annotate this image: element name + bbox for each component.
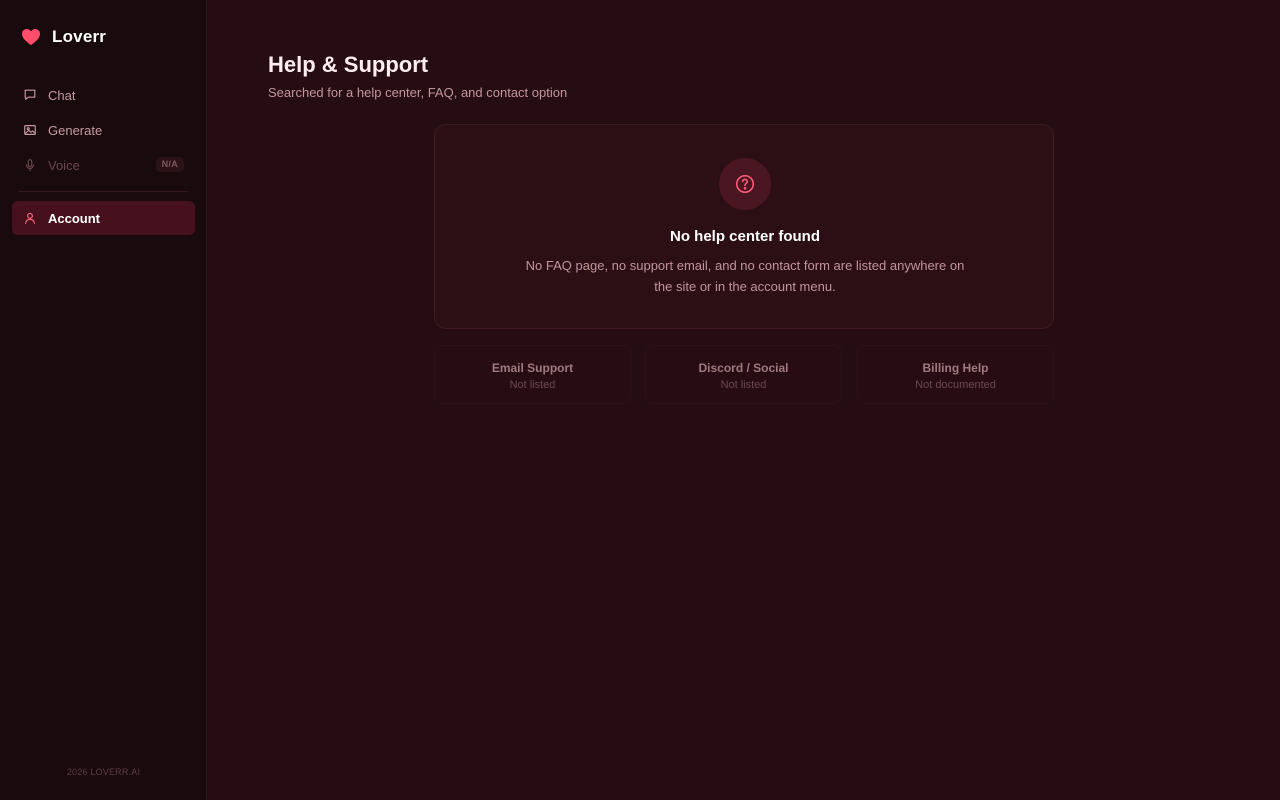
sidebar-footer: 2026 LOVERR.AI <box>66 767 141 777</box>
brand-logo[interactable]: Loverr <box>21 26 106 48</box>
question-circle-icon <box>719 158 771 210</box>
microphone-icon <box>23 158 37 172</box>
info-card-status: Not listed <box>720 379 767 391</box>
main-content: Help & Support Searched for a help cente… <box>208 0 1280 800</box>
sidebar-item-label: Chat <box>48 87 76 103</box>
page-title: Help & Support <box>268 52 429 77</box>
empty-state-card: No help center found No FAQ page, no sup… <box>434 124 1054 329</box>
heart-icon <box>21 28 41 46</box>
image-icon <box>23 123 37 137</box>
sidebar-item-label: Generate <box>48 122 103 138</box>
discord-social-card: Discord / Social Not listed <box>645 345 842 404</box>
info-card-status: Not documented <box>915 379 996 391</box>
sidebar-item-chat[interactable]: Chat <box>12 78 195 112</box>
sidebar-item-label: Voice <box>48 157 80 173</box>
empty-state-title: No help center found <box>670 228 820 245</box>
chat-bubble-icon <box>23 88 37 102</box>
user-icon <box>23 211 37 225</box>
info-card-status: Not listed <box>509 379 556 391</box>
sidebar-item-generate[interactable]: Generate <box>12 113 195 147</box>
info-card-title: Discord / Social <box>698 361 789 375</box>
unavailable-badge: N/A <box>155 157 184 172</box>
sidebar-item-account[interactable]: Account <box>12 201 195 235</box>
sidebar: Loverr Chat Generate Voice N/A Account 2… <box>0 0 207 800</box>
app-window: Loverr Chat Generate Voice N/A Account 2… <box>0 0 1280 800</box>
info-card-title: Email Support <box>491 361 574 375</box>
empty-state-description: No FAQ page, no support email, and no co… <box>525 258 965 294</box>
page-subtitle: Searched for a help center, FAQ, and con… <box>268 85 568 100</box>
info-card-title: Billing Help <box>922 361 989 375</box>
sidebar-item-voice: Voice N/A <box>12 148 195 182</box>
brand-name: Loverr <box>52 27 107 46</box>
billing-help-card: Billing Help Not documented <box>857 345 1054 404</box>
sidebar-divider <box>19 191 188 192</box>
email-support-card: Email Support Not listed <box>434 345 631 404</box>
sidebar-item-label: Account <box>48 210 100 226</box>
